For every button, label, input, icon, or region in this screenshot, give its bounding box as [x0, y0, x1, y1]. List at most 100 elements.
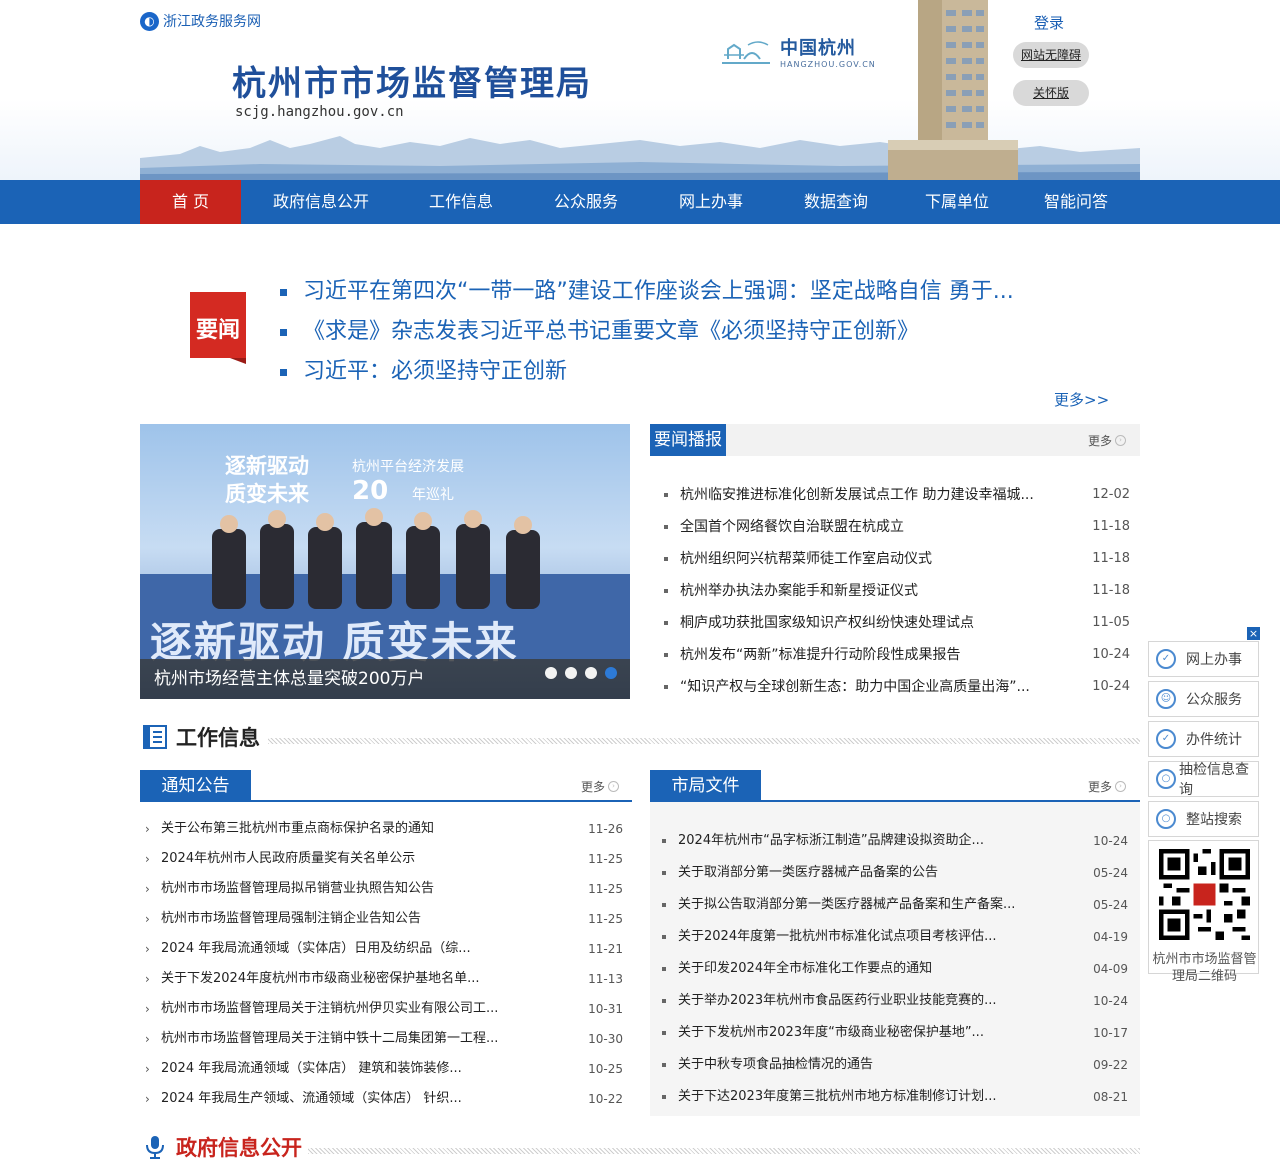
list-item-title[interactable]: 2024 年我局流通领域（实体店） 建筑和装饰装修... [161, 1059, 541, 1079]
list-item: 关于拟公告取消部分第一类医疗器械产品备案和生产备案... 05-24 [662, 895, 1128, 915]
nav-data-query[interactable]: 数据查询 [786, 180, 886, 224]
news-broadcast-header: 要闻播报 更多 › [650, 424, 1140, 456]
list-item-title[interactable]: 关于印发2024年全市标准化工作要点的通知 [678, 959, 1050, 979]
headline-item: 习近平在第四次“一带一路”建设工作座谈会上强调：坚定战略自信 勇于... [280, 272, 1060, 312]
list-item-title[interactable]: 关于拟公告取消部分第一类医疗器械产品备案和生产备案... [678, 895, 1050, 915]
site-header: ◐ 浙江政务服务网 杭州市市场监督管理局 scjg.hangzhou.gov.c… [0, 0, 1280, 180]
list-item-title[interactable]: 全国首个网络餐饮自治联盟在杭成立 [680, 517, 1052, 537]
notices-list: › 关于公布第三批杭州市重点商标保护名录的通知 11-26 › 2024年杭州市人民政… [145, 819, 623, 1109]
office-building-illustration [888, 0, 1018, 180]
nav-work-info[interactable]: 工作信息 [411, 180, 511, 224]
list-item-title[interactable]: 关于下发杭州市2023年度“市级商业秘密保护基地”... [678, 1023, 1050, 1043]
float-item-label: 公众服务 [1186, 692, 1242, 708]
float-inspection-query[interactable]: ○ 抽检信息查询 [1148, 761, 1259, 798]
float-item-label: 抽检信息查询 [1179, 762, 1249, 798]
notices-more-link[interactable]: 更多 › [581, 778, 620, 795]
list-item: “知识产权与全球创新生态：助力中国企业高质量出海”... 10-24 [664, 677, 1130, 697]
float-bar-close-icon[interactable]: × [1247, 627, 1260, 640]
list-item: › 杭州市市场监督管理局关于注销杭州伊贝实业有限公司工... 10-31 [145, 999, 623, 1019]
bullet-icon [664, 589, 668, 593]
list-item-title[interactable]: 杭州组织阿兴杭帮菜师徒工作室启动仪式 [680, 549, 1052, 569]
float-site-search[interactable]: ○ 整站搜索 [1148, 801, 1259, 837]
headlines-more-link[interactable]: 更多>> [1054, 389, 1109, 410]
list-item-date: 10-24 [1093, 834, 1128, 848]
float-case-statistics[interactable]: ✓ 办件统计 [1148, 721, 1259, 757]
float-online-service[interactable]: ✓ 网上办事 [1148, 641, 1259, 677]
list-item-title[interactable]: 关于下发2024年度杭州市市级商业秘密保护基地名单... [161, 969, 541, 989]
nav-public-service[interactable]: 公众服务 [536, 180, 636, 224]
list-item-title[interactable]: 关于中秋专项食品抽检情况的通告 [678, 1055, 1050, 1075]
care-mode-button[interactable]: 关怀版 [1013, 80, 1089, 106]
accessibility-button[interactable]: 网站无障碍 [1013, 42, 1089, 68]
list-item-title[interactable]: 关于公布第三批杭州市重点商标保护名录的通知 [161, 819, 541, 839]
list-item-title[interactable]: 杭州市市场监督管理局关于注销中铁十二局集团第一工程... [161, 1029, 541, 1049]
list-item-title[interactable]: 关于取消部分第一类医疗器械产品备案的公告 [678, 863, 1050, 883]
chevron-right-icon: › [145, 1002, 150, 1016]
list-item: › 2024 年我局生产领域、流通领域（实体店） 针织... 10-22 [145, 1089, 623, 1109]
headline-link[interactable]: 习近平：必须坚持守正创新 [303, 352, 567, 392]
carousel-dot[interactable] [565, 667, 577, 679]
headline-item: 习近平：必须坚持守正创新 [280, 352, 1060, 392]
document-list-icon [143, 725, 167, 749]
notices-title[interactable]: 通知公告 [140, 770, 251, 802]
list-item-title[interactable]: 2024年杭州市人民政府质量奖有关名单公示 [161, 849, 541, 869]
qr-code-panel: 杭州市市场监督管理局二维码 [1148, 840, 1259, 984]
headline-badge-label: 要闻 [196, 318, 240, 343]
zhejiang-gov-service-link[interactable]: ◐ 浙江政务服务网 [140, 11, 261, 31]
list-item-title[interactable]: 关于下达2023年度第三批杭州市地方标准制修订计划... [678, 1087, 1050, 1107]
carousel-dot-active[interactable] [605, 667, 617, 679]
carousel-caption[interactable]: 杭州市场经营主体总量突破200万户 [154, 659, 424, 699]
list-item-date: 11-21 [588, 942, 623, 956]
news-broadcast-more-link[interactable]: 更多 › [1088, 432, 1127, 449]
list-item-title[interactable]: 杭州临安推进标准化创新发展试点工作 助力建设幸福城... [680, 485, 1052, 505]
news-carousel[interactable]: 逐新驱动 质变未来 杭州平台经济发展 20 年巡礼 逐新驱动 质变未来 杭州市场… [140, 424, 630, 699]
site-domain: scjg.hangzhou.gov.cn [235, 104, 404, 120]
float-item-label: 网上办事 [1186, 652, 1242, 668]
list-item-title[interactable]: 关于举办2023年杭州市食品医药行业职业技能竞赛的... [678, 991, 1050, 1011]
bureau-docs-more-link[interactable]: 更多 › [1088, 778, 1127, 795]
list-item-title[interactable]: “知识产权与全球创新生态：助力中国企业高质量出海”... [680, 677, 1052, 697]
login-link[interactable]: 登录 [1034, 12, 1064, 33]
qr-code-caption: 杭州市市场监督管理局二维码 [1152, 952, 1257, 984]
float-public-service[interactable]: ☺ 公众服务 [1148, 681, 1259, 717]
headline-item: 《求是》杂志发表习近平总书记重要文章《必须坚持守正创新》 [280, 312, 1060, 352]
bullet-icon [662, 903, 666, 907]
list-item: 2024年杭州市“品字标浙江制造”品牌建设拟资助企... 10-24 [662, 831, 1128, 851]
list-item-title[interactable]: 杭州市市场监督管理局拟吊销营业执照告知公告 [161, 879, 541, 899]
carousel-banner-line1: 逐新驱动 [225, 454, 309, 478]
list-item-title[interactable]: 杭州市市场监督管理局关于注销杭州伊贝实业有限公司工... [161, 999, 541, 1019]
list-item: › 杭州市市场监督管理局关于注销中铁十二局集团第一工程... 10-30 [145, 1029, 623, 1049]
list-item-title[interactable]: 2024年杭州市“品字标浙江制造”品牌建设拟资助企... [678, 831, 1050, 851]
list-item-title[interactable]: 杭州举办执法办案能手和新星授证仪式 [680, 581, 1052, 601]
list-item-date: 11-18 [1092, 519, 1130, 534]
list-item-title[interactable]: 杭州市市场监督管理局强制注销企业告知公告 [161, 909, 541, 929]
carousel-dot[interactable] [585, 667, 597, 679]
headline-bullet-icon [280, 288, 287, 296]
bureau-docs-title[interactable]: 市局文件 [650, 770, 761, 802]
float-item-label: 整站搜索 [1186, 812, 1242, 828]
list-item-title[interactable]: 2024 年我局流通领域（实体店）日用及纺织品（综... [161, 939, 541, 959]
work-info-section-heading: 工作信息 [140, 724, 1140, 754]
chevron-right-icon: › [145, 1032, 150, 1046]
nav-subordinate-units[interactable]: 下属单位 [907, 180, 1007, 224]
carousel-dot[interactable] [545, 667, 557, 679]
chevron-right-icon: › [1115, 781, 1127, 792]
news-broadcast-title[interactable]: 要闻播报 [650, 424, 726, 456]
headline-bullet-icon [280, 368, 287, 376]
headline-link[interactable]: 习近平在第四次“一带一路”建设工作座谈会上强调：坚定战略自信 勇于... [303, 272, 1014, 312]
hangzhou-gov-logo[interactable]: 中国杭州 HANGZHOU.GOV.CN [718, 34, 876, 69]
list-item: › 杭州市市场监督管理局拟吊销营业执照告知公告 11-25 [145, 879, 623, 899]
nav-smart-qa[interactable]: 智能问答 [1026, 180, 1126, 224]
list-item-title[interactable]: 桐庐成功获批国家级知识产权纠纷快速处理试点 [680, 613, 1052, 633]
headline-link[interactable]: 《求是》杂志发表习近平总书记重要文章《必须坚持守正创新》 [303, 312, 919, 352]
list-item-title[interactable]: 2024 年我局生产领域、流通领域（实体店） 针织... [161, 1089, 541, 1109]
nav-home[interactable]: 首 页 [140, 180, 241, 224]
bureau-docs-more-label: 更多 [1088, 780, 1113, 794]
chevron-right-icon: › [145, 912, 150, 926]
list-item-title[interactable]: 杭州发布“两新”标准提升行动阶段性成果报告 [680, 645, 1052, 665]
shield-icon: ✓ [1156, 649, 1176, 669]
list-item-title[interactable]: 关于2024年度第一批杭州市标准化试点项目考核评估... [678, 927, 1050, 947]
nav-gov-info-disclosure[interactable]: 政府信息公开 [258, 180, 384, 224]
microphone-icon [146, 1136, 164, 1159]
nav-online-service[interactable]: 网上办事 [661, 180, 761, 224]
